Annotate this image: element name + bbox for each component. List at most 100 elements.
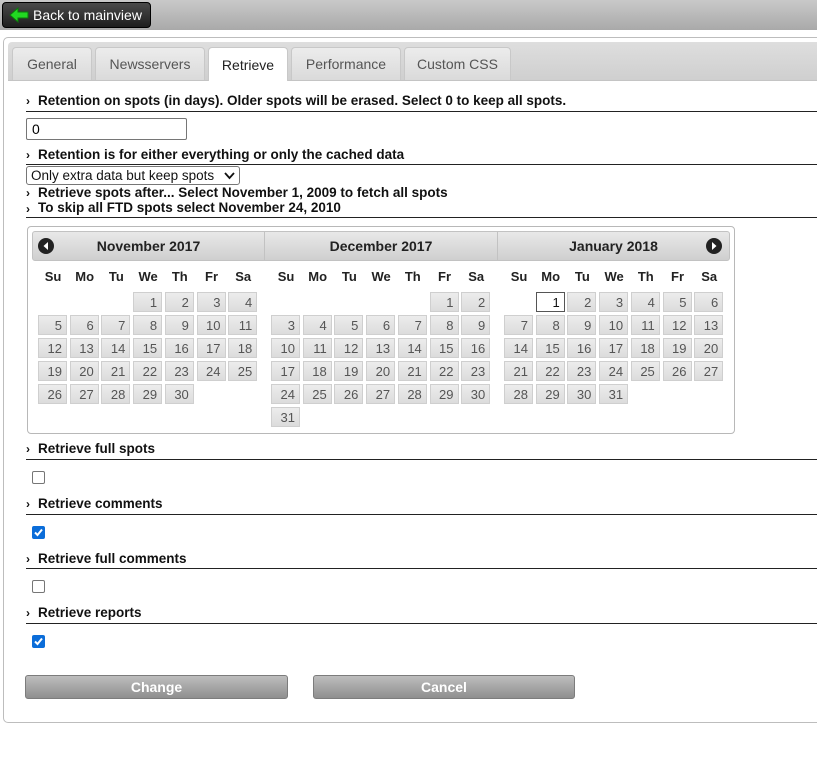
calendar-day[interactable]: 26	[662, 361, 692, 381]
tab-retrieve[interactable]: Retrieve	[208, 47, 288, 81]
calendar-day[interactable]: 20	[366, 361, 396, 381]
calendar-day[interactable]: 1	[133, 292, 163, 312]
calendar-day[interactable]: 19	[662, 338, 692, 358]
calendar-day[interactable]: 11	[630, 315, 660, 335]
calendar-day[interactable]: 30	[567, 384, 597, 404]
calendar-day[interactable]: 6	[69, 315, 99, 335]
calendar-day[interactable]: 14	[101, 338, 131, 358]
calendar-day[interactable]: 2	[567, 292, 597, 312]
calendar-day[interactable]: 17	[271, 361, 300, 381]
calendar-day[interactable]: 22	[429, 361, 459, 381]
calendar-day[interactable]: 27	[694, 361, 724, 381]
calendar-day[interactable]: 18	[302, 361, 332, 381]
calendar-day[interactable]: 16	[567, 338, 597, 358]
calendar-day[interactable]: 26	[38, 384, 67, 404]
calendar-day[interactable]: 5	[334, 315, 364, 335]
calendar-day[interactable]: 28	[101, 384, 131, 404]
calendar-day[interactable]: 18	[630, 338, 660, 358]
calendar-day[interactable]: 15	[429, 338, 459, 358]
calendar-day[interactable]: 24	[599, 361, 629, 381]
calendar-day[interactable]: 18	[228, 338, 258, 358]
calendar-day[interactable]: 3	[196, 292, 226, 312]
calendar-day[interactable]: 13	[694, 315, 724, 335]
calendar-day[interactable]: 14	[397, 338, 427, 358]
calendar-day[interactable]: 17	[599, 338, 629, 358]
retrieve-full-spots-checkbox[interactable]	[32, 471, 45, 484]
calendar-day[interactable]: 13	[366, 338, 396, 358]
calendar-day[interactable]: 9	[567, 315, 597, 335]
calendar-day[interactable]: 25	[228, 361, 258, 381]
calendar-day[interactable]: 16	[461, 338, 491, 358]
calendar-day[interactable]: 12	[38, 338, 67, 358]
calendar-day[interactable]: 4	[630, 292, 660, 312]
calendar-day[interactable]: 24	[196, 361, 226, 381]
calendar-day[interactable]: 29	[535, 384, 565, 404]
retention-days-input[interactable]	[26, 118, 187, 140]
calendar-day[interactable]: 7	[397, 315, 427, 335]
calendar-day[interactable]: 10	[599, 315, 629, 335]
calendar-day[interactable]: 22	[133, 361, 163, 381]
retrieve-reports-checkbox[interactable]	[32, 635, 45, 648]
calendar-day[interactable]: 30	[164, 384, 194, 404]
calendar-day[interactable]: 19	[334, 361, 364, 381]
retrieve-full-comments-checkbox[interactable]	[32, 580, 45, 593]
calendar-day[interactable]: 7	[101, 315, 131, 335]
calendar-day[interactable]: 29	[133, 384, 163, 404]
tab-custom-css[interactable]: Custom CSS	[404, 47, 511, 80]
calendar-day[interactable]: 22	[535, 361, 565, 381]
retention-type-select[interactable]: Only extra data but keep spots	[26, 166, 240, 185]
calendar-day[interactable]: 5	[38, 315, 67, 335]
calendar-day[interactable]: 1	[429, 292, 459, 312]
calendar-day[interactable]: 19	[38, 361, 67, 381]
calendar-day[interactable]: 2	[461, 292, 491, 312]
calendar-day[interactable]: 9	[461, 315, 491, 335]
calendar-day[interactable]: 31	[599, 384, 629, 404]
calendar-day[interactable]: 13	[69, 338, 99, 358]
calendar-day[interactable]: 11	[302, 338, 332, 358]
calendar-day[interactable]: 4	[228, 292, 258, 312]
calendar-day[interactable]: 11	[228, 315, 258, 335]
calendar-day[interactable]: 26	[334, 384, 364, 404]
calendar-day[interactable]: 6	[694, 292, 724, 312]
calendar-day[interactable]: 20	[69, 361, 99, 381]
calendar-day[interactable]: 15	[133, 338, 163, 358]
calendar-day[interactable]: 8	[535, 315, 565, 335]
calendar-day[interactable]: 16	[164, 338, 194, 358]
calendar-day[interactable]: 29	[429, 384, 459, 404]
change-button[interactable]: Change	[25, 675, 288, 699]
calendar-day[interactable]: 23	[164, 361, 194, 381]
calendar-day[interactable]: 28	[397, 384, 427, 404]
calendar-day[interactable]: 23	[567, 361, 597, 381]
calendar-day[interactable]: 3	[599, 292, 629, 312]
calendar-day[interactable]: 25	[630, 361, 660, 381]
calendar-day[interactable]: 1	[535, 292, 565, 312]
calendar-day[interactable]: 12	[662, 315, 692, 335]
calendar-day[interactable]: 21	[101, 361, 131, 381]
calendar-day[interactable]: 28	[504, 384, 533, 404]
calendar-day[interactable]: 8	[133, 315, 163, 335]
calendar-day[interactable]: 31	[271, 407, 300, 427]
calendar-day[interactable]: 25	[302, 384, 332, 404]
calendar-day[interactable]: 6	[366, 315, 396, 335]
cancel-button[interactable]: Cancel	[313, 675, 575, 699]
tab-performance[interactable]: Performance	[291, 47, 401, 80]
calendar-day[interactable]: 20	[694, 338, 724, 358]
tab-newsservers[interactable]: Newsservers	[95, 47, 205, 80]
calendar-day[interactable]: 10	[271, 338, 300, 358]
calendar-day[interactable]: 15	[535, 338, 565, 358]
next-month-icon[interactable]	[706, 238, 722, 254]
calendar-day[interactable]: 3	[271, 315, 300, 335]
back-to-mainview-button[interactable]: Back to mainview	[2, 2, 151, 28]
tab-general[interactable]: General	[12, 47, 92, 80]
calendar-day[interactable]: 5	[662, 292, 692, 312]
calendar-day[interactable]: 21	[504, 361, 533, 381]
calendar-day[interactable]: 27	[366, 384, 396, 404]
calendar-day[interactable]: 24	[271, 384, 300, 404]
calendar-day[interactable]: 4	[302, 315, 332, 335]
calendar-day[interactable]: 10	[196, 315, 226, 335]
calendar-day[interactable]: 9	[164, 315, 194, 335]
calendar-day[interactable]: 17	[196, 338, 226, 358]
calendar-day[interactable]: 2	[164, 292, 194, 312]
calendar-day[interactable]: 30	[461, 384, 491, 404]
calendar-day[interactable]: 23	[461, 361, 491, 381]
